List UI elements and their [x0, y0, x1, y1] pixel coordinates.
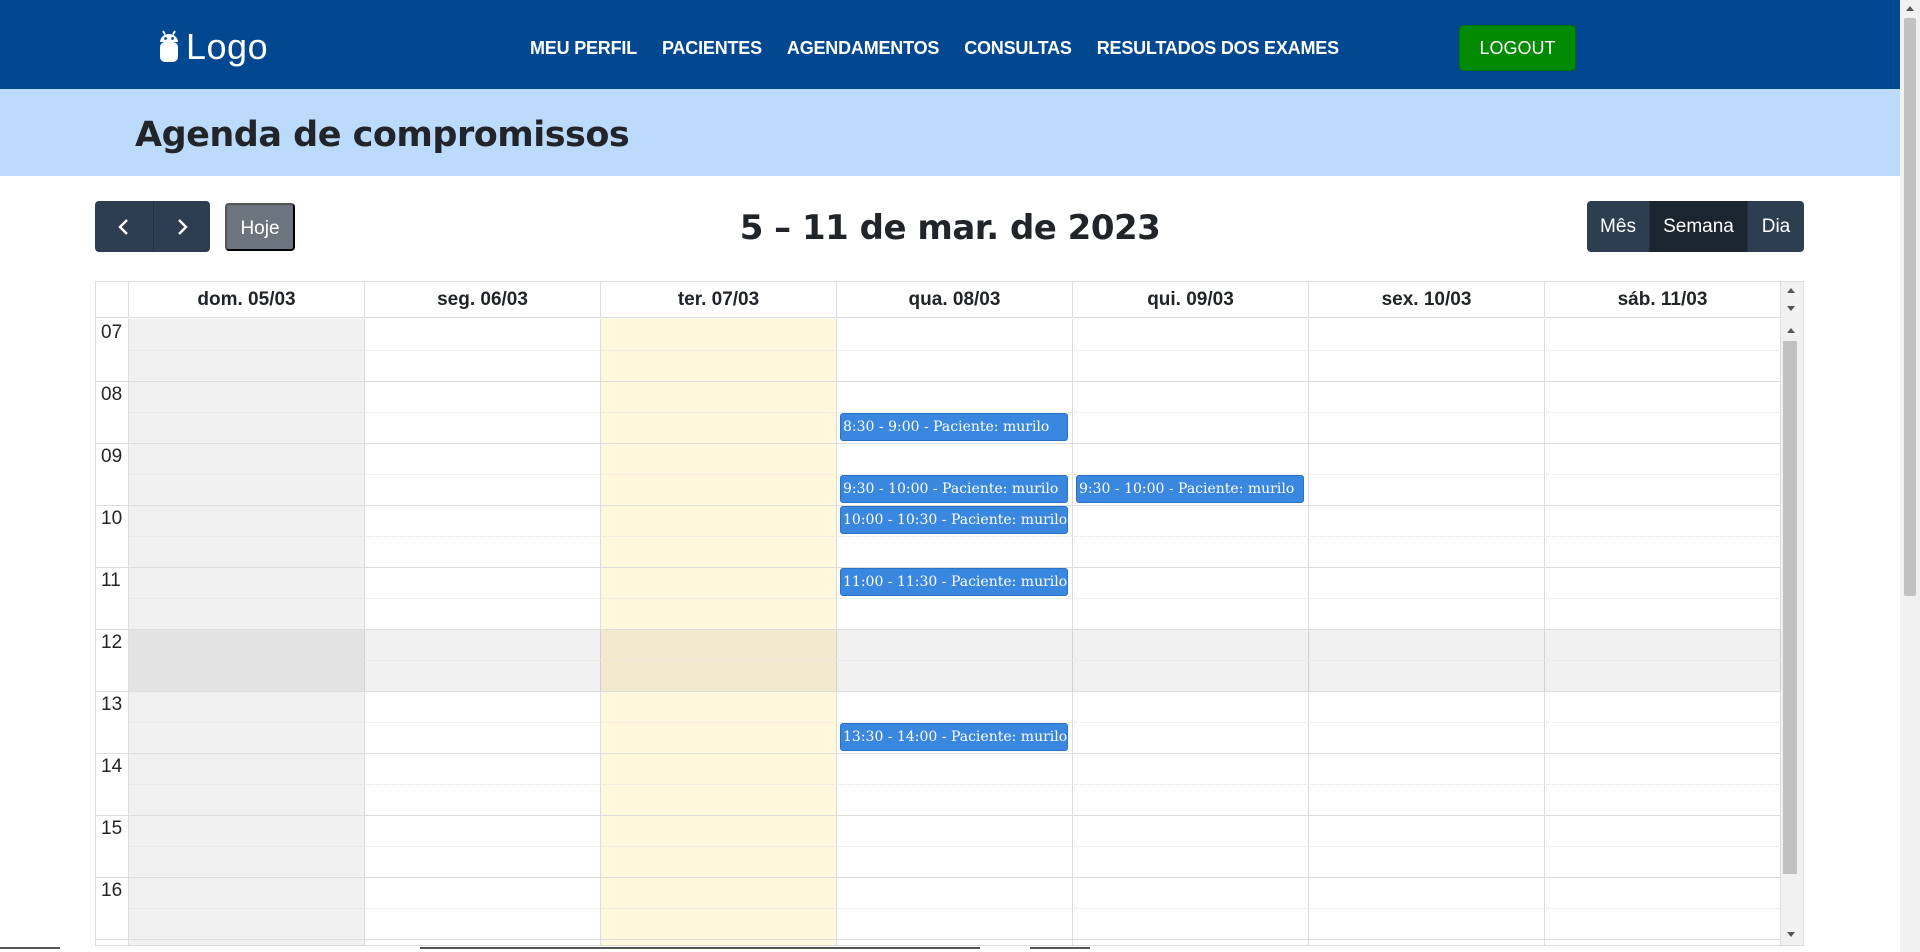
appointment-event[interactable]: 13:30 - 14:00 - Paciente: murilo	[840, 723, 1068, 751]
prev-next-group	[95, 201, 210, 252]
today-button[interactable]: Hoje	[225, 203, 295, 251]
page-scroll-thumb[interactable]	[1904, 18, 1916, 596]
horizontal-scrollbar-track	[1030, 947, 1090, 949]
calendar-title: 5 – 11 de mar. de 2023	[739, 208, 1161, 248]
horizontal-scrollbar-track	[420, 947, 980, 949]
scroll-up-arrow-icon[interactable]	[1787, 288, 1795, 293]
view-switcher: Mês Semana Dia	[1587, 201, 1804, 252]
calendar-scrollbar[interactable]	[1781, 282, 1803, 945]
top-navbar: Logo MEU PERFIL PACIENTES AGENDAMENTOS C…	[0, 0, 1900, 89]
page-scroll-up-icon[interactable]	[1906, 6, 1914, 11]
day-header-5[interactable]: sex. 10/03	[1309, 282, 1545, 318]
hour-label: 09	[101, 446, 123, 467]
hour-line	[96, 691, 1781, 692]
hour-label: 14	[101, 756, 123, 777]
view-week-button[interactable]: Semana	[1649, 201, 1747, 252]
logo-text: Logo	[186, 26, 269, 67]
header-gutter	[96, 282, 129, 318]
day-header-3[interactable]: qua. 08/03	[837, 282, 1073, 318]
day-header-2[interactable]: ter. 07/03	[601, 282, 837, 318]
day-header-0[interactable]: dom. 05/03	[129, 282, 365, 318]
view-month-button[interactable]: Mês	[1587, 201, 1649, 252]
page-title: Agenda de compromissos	[135, 115, 630, 155]
hour-label: 16	[101, 880, 123, 901]
time-gutter: 07 08 09 10 11 12 13 14 15 16	[96, 319, 129, 945]
logout-button[interactable]: LOGOUT	[1459, 25, 1576, 71]
page-header: Agenda de compromissos	[0, 89, 1900, 176]
scroll-down-arrow-icon[interactable]	[1787, 306, 1795, 311]
hour-line	[96, 629, 1781, 630]
nav-link-meu-perfil[interactable]: MEU PERFIL	[530, 36, 637, 60]
view-day-button[interactable]: Dia	[1747, 201, 1804, 252]
day-header-6[interactable]: sáb. 11/03	[1545, 282, 1781, 318]
hour-line	[96, 877, 1781, 878]
half-hour-line	[129, 908, 1781, 909]
hour-label: 12	[101, 632, 123, 653]
half-hour-line	[129, 660, 1781, 661]
calendar-scroll-thumb[interactable]	[1783, 341, 1797, 874]
hour-label: 11	[101, 570, 121, 591]
android-icon	[160, 30, 178, 62]
nav-link-agendamentos[interactable]: AGENDAMENTOS	[787, 36, 939, 60]
nav-link-consultas[interactable]: CONSULTAS	[964, 36, 1072, 60]
half-hour-line	[129, 350, 1781, 351]
nav-link-pacientes[interactable]: PACIENTES	[662, 36, 762, 60]
horizontal-scrollbar-track	[0, 947, 60, 949]
hour-label: 13	[101, 694, 123, 715]
week-calendar: dom. 05/03 seg. 06/03 ter. 07/03 qua. 08/03…	[95, 281, 1804, 946]
hour-line	[96, 443, 1781, 444]
calendar-time-grid[interactable]: 07 08 09 10 11 12 13 14 15 16 8:30 - 9:00 - Pacien…	[96, 319, 1781, 945]
appointment-event[interactable]: 9:30 - 10:00 - Paciente: murilo	[1076, 475, 1304, 503]
chevron-left-icon	[118, 218, 128, 235]
chevron-right-icon	[177, 218, 188, 235]
page-scrollbar[interactable]	[1900, 0, 1920, 952]
half-hour-line	[129, 846, 1781, 847]
appointment-event[interactable]: 9:30 - 10:00 - Paciente: murilo	[840, 475, 1068, 503]
hour-label: 10	[101, 508, 123, 529]
hour-label: 15	[101, 818, 123, 839]
hour-label: 07	[101, 322, 123, 343]
nav-link-resultados-exames[interactable]: RESULTADOS DOS EXAMES	[1097, 36, 1339, 60]
hour-line	[96, 939, 1781, 940]
scroll-down-arrow-icon[interactable]	[1787, 932, 1795, 937]
calendar-header-row: dom. 05/03 seg. 06/03 ter. 07/03 qua. 08/03…	[96, 282, 1781, 318]
scroll-up-arrow-icon[interactable]	[1787, 328, 1795, 333]
appointment-event[interactable]: 11:00 - 11:30 - Paciente: murilo	[840, 568, 1068, 596]
day-header-4[interactable]: qui. 09/03	[1073, 282, 1309, 318]
appointment-event[interactable]: 10:00 - 10:30 - Paciente: murilo	[840, 506, 1068, 534]
hour-label: 08	[101, 384, 123, 405]
main-nav: MEU PERFIL PACIENTES AGENDAMENTOS CONSUL…	[530, 36, 1364, 60]
hour-line	[96, 753, 1781, 754]
day-header-1[interactable]: seg. 06/03	[365, 282, 601, 318]
half-hour-line	[129, 784, 1781, 785]
logo[interactable]: Logo	[158, 24, 268, 70]
next-week-button[interactable]	[152, 201, 210, 252]
prev-week-button[interactable]	[95, 201, 153, 252]
hour-line	[96, 381, 1781, 382]
hour-line	[96, 815, 1781, 816]
half-hour-line	[129, 536, 1781, 537]
half-hour-line	[129, 598, 1781, 599]
appointment-event[interactable]: 8:30 - 9:00 - Paciente: murilo	[840, 413, 1068, 441]
